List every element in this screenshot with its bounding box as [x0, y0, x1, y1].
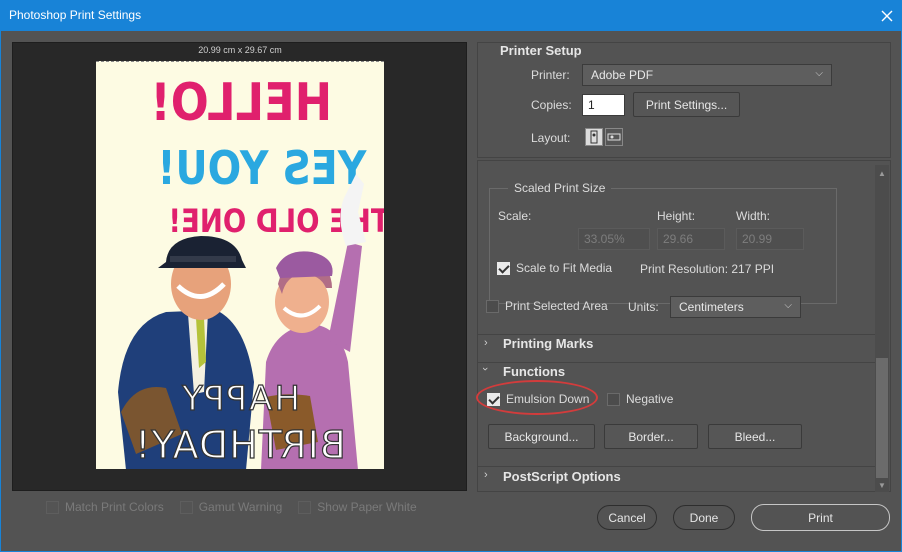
portrait-layout-icon[interactable]: [585, 128, 603, 146]
settings-scrollbar[interactable]: ▲ ▼: [875, 165, 889, 492]
chevron-down-icon: ⌵: [815, 68, 823, 79]
height-input[interactable]: 29.66: [657, 228, 725, 250]
units-select[interactable]: Centimeters ⌵: [670, 296, 801, 318]
scrollbar-thumb[interactable]: [876, 358, 888, 478]
scale-label: Scale:: [498, 209, 532, 223]
units-label: Units:: [628, 300, 659, 314]
emulsion-down-label: Emulsion Down: [506, 392, 590, 406]
print-preview: 20.99 cm x 29.67 cm HELLO! YES YOU! THE …: [12, 42, 467, 491]
print-settings-button[interactable]: Print Settings...: [633, 92, 740, 117]
border-button[interactable]: Border...: [604, 424, 698, 449]
background-button[interactable]: Background...: [488, 424, 595, 449]
copies-label: Copies:: [531, 98, 572, 112]
card-line-happy: HAPPY: [180, 379, 300, 419]
width-label: Width:: [736, 209, 771, 223]
print-selected-area-checkbox[interactable]: Print Selected Area: [486, 299, 608, 313]
printer-setup-heading: Printer Setup: [500, 43, 582, 58]
checkbox-box: [298, 500, 312, 514]
bleed-button[interactable]: Bleed...: [708, 424, 802, 449]
print-resolution: Print Resolution: 217 PPI: [640, 262, 775, 276]
print-button[interactable]: Print: [751, 504, 890, 531]
checkbox-box: [179, 500, 193, 514]
negative-checkbox[interactable]: Negative: [607, 392, 673, 406]
printer-label: Printer:: [531, 68, 570, 82]
width-input[interactable]: 20.99: [736, 228, 804, 250]
printer-setup-panel: Printer Setup Printer: Adobe PDF ⌵ Copie…: [477, 42, 891, 158]
cancel-button[interactable]: Cancel: [597, 505, 657, 530]
printer-value: Adobe PDF: [591, 68, 654, 82]
scale-input[interactable]: 33.05%: [578, 228, 650, 250]
scroll-down-icon[interactable]: ▼: [878, 481, 886, 490]
divider: [478, 362, 876, 363]
divider: [478, 334, 876, 335]
birthday-card-image: HELLO! YES YOU! THE OLD ONE! HAPPY BIRTH…: [96, 62, 384, 469]
chevron-down-icon: ⌵: [784, 300, 792, 311]
printer-select[interactable]: Adobe PDF ⌵: [582, 64, 832, 86]
postscript-options-section-header[interactable]: PostScript Options: [503, 469, 621, 484]
gamut-warning-checkbox[interactable]: Gamut Warning: [179, 500, 283, 514]
settings-scroll-panel: Scaled Print Size Scale: Height: Width: …: [477, 160, 891, 492]
functions-section-header[interactable]: Functions: [503, 364, 565, 379]
title-bar: Photoshop Print Settings: [0, 0, 902, 31]
copies-input[interactable]: 1: [582, 94, 625, 116]
chevron-right-icon: ›: [484, 469, 488, 481]
paper-size-label: 20.99 cm x 29.67 cm: [198, 45, 282, 55]
close-icon: [881, 10, 892, 21]
checkbox-box: [486, 299, 499, 313]
show-paper-white-checkbox[interactable]: Show Paper White: [298, 500, 417, 514]
close-button[interactable]: [871, 0, 902, 31]
scaled-print-size-heading: Scaled Print Size: [508, 181, 612, 195]
negative-label: Negative: [626, 392, 674, 406]
divider: [478, 466, 876, 467]
checkbox-box: [487, 392, 500, 406]
checkbox-box: [497, 261, 510, 275]
match-print-colors-label: Match Print Colors: [65, 500, 164, 514]
match-print-colors-checkbox[interactable]: Match Print Colors: [46, 500, 164, 514]
done-button[interactable]: Done: [673, 505, 735, 530]
scroll-up-icon[interactable]: ▲: [878, 169, 886, 178]
window-title: Photoshop Print Settings: [9, 8, 142, 22]
scale-to-fit-label: Scale to Fit Media: [516, 261, 613, 275]
gamut-warning-label: Gamut Warning: [198, 500, 283, 514]
preview-options: Match Print Colors Gamut Warning Show Pa…: [46, 500, 417, 514]
layout-label: Layout:: [531, 131, 571, 145]
landscape-layout-icon[interactable]: [605, 128, 623, 146]
print-selected-area-label: Print Selected Area: [505, 299, 608, 313]
show-paper-white-label: Show Paper White: [317, 500, 417, 514]
scale-to-fit-checkbox[interactable]: Scale to Fit Media: [497, 261, 612, 275]
checkbox-box: [46, 500, 59, 514]
units-value: Centimeters: [679, 300, 744, 314]
card-line-birthday: BIRTHDAY!: [134, 423, 346, 467]
height-label: Height:: [657, 209, 696, 223]
preview-paper: HELLO! YES YOU! THE OLD ONE! HAPPY BIRTH…: [96, 61, 384, 469]
chevron-right-icon: ›: [484, 337, 488, 349]
chevron-down-icon: ›: [478, 367, 491, 371]
card-line-hello: HELLO!: [150, 73, 332, 133]
printing-marks-section-header[interactable]: Printing Marks: [503, 336, 593, 351]
emulsion-down-checkbox[interactable]: Emulsion Down: [487, 392, 589, 406]
checkbox-box: [607, 392, 620, 406]
card-line-yes-you: YES YOU!: [157, 142, 367, 196]
